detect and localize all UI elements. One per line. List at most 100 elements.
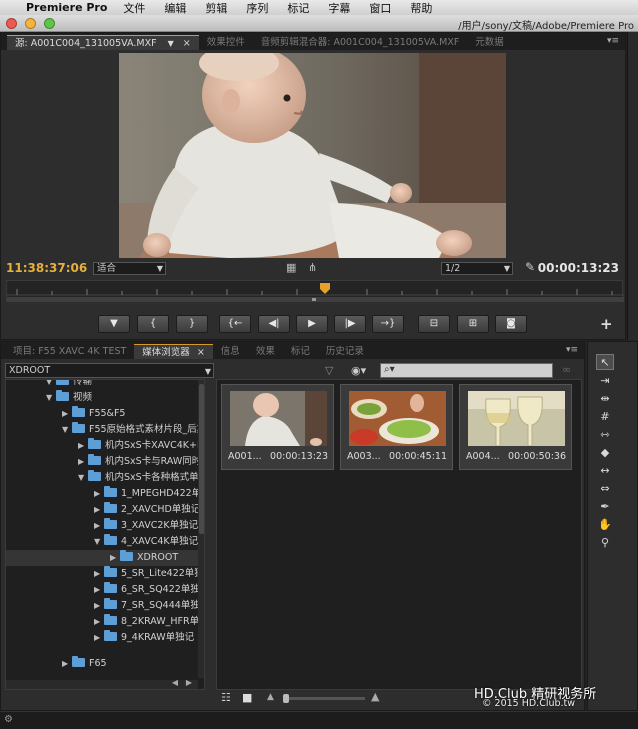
collapsed-triangle-icon[interactable]: ▶ xyxy=(94,582,104,598)
tab-effects[interactable]: 效果 xyxy=(248,344,283,359)
filter-icon[interactable]: ▽ xyxy=(325,364,333,377)
rolling-edit-tool-icon[interactable]: # xyxy=(596,409,614,425)
tree-row-selected[interactable]: ▶ XDROOT xyxy=(6,550,204,566)
tab-project[interactable]: 项目: F55 XAVC 4K TEST xyxy=(5,344,134,359)
zoom-tool-icon[interactable]: ⚲ xyxy=(596,535,614,551)
expanded-triangle-icon[interactable]: ▼ xyxy=(46,390,56,406)
clip-thumbnail-grid[interactable]: A001... 00:00:13:23 A003... 00:00:45:11 xyxy=(216,379,582,690)
collapsed-triangle-icon[interactable]: ▶ xyxy=(94,486,104,502)
film-strip-icon[interactable]: ▦ xyxy=(286,261,296,274)
chevron-down-icon[interactable]: ▼ xyxy=(168,39,174,48)
tab-effect-controls[interactable]: 效果控件 xyxy=(199,35,253,50)
slider-handle[interactable] xyxy=(283,694,289,703)
menu-edit[interactable]: 编辑 xyxy=(164,0,186,16)
vertical-scrollbar[interactable] xyxy=(198,380,204,678)
go-to-out-button[interactable]: →} xyxy=(372,315,404,333)
tree-row[interactable]: ▶ 2_XAVCHD单独记 xyxy=(6,502,204,518)
collapsed-triangle-icon[interactable]: ▶ xyxy=(78,454,88,470)
selection-tool-icon[interactable]: ↖ xyxy=(596,354,614,370)
collapsed-triangle-icon[interactable]: ▶ xyxy=(94,518,104,534)
tab-info[interactable]: 信息 xyxy=(213,344,248,359)
tree-row[interactable]: ▶ F55&F5 xyxy=(6,406,204,422)
collapsed-triangle-icon[interactable]: ▶ xyxy=(62,656,72,672)
pen-tool-icon[interactable]: ✒ xyxy=(596,499,614,515)
zoom-window-button[interactable] xyxy=(44,17,55,29)
tree-row[interactable]: ▶ 3_XAVC2K单独记 xyxy=(6,518,204,534)
playback-resolution-dropdown[interactable]: 1/2 ▼ xyxy=(441,262,513,275)
settings-icon[interactable]: ⚙ xyxy=(4,714,13,725)
collapsed-triangle-icon[interactable]: ▶ xyxy=(94,566,104,582)
collapsed-triangle-icon[interactable]: ▶ xyxy=(94,630,104,646)
clip-thumbnail[interactable]: A004... 00:00:50:36 xyxy=(459,384,572,470)
tree-row[interactable]: ▶ 5_SR_Lite422单独 xyxy=(6,566,204,582)
collapsed-triangle-icon[interactable]: ▶ xyxy=(62,406,72,422)
expanded-triangle-icon[interactable]: ▼ xyxy=(46,380,56,390)
location-dropdown[interactable]: XDROOT ▼ xyxy=(5,363,214,378)
tab-history[interactable]: 历史记录 xyxy=(318,344,372,359)
tree-row[interactable]: ▼ 传输 xyxy=(6,380,204,390)
mark-out-button[interactable]: } xyxy=(176,315,208,333)
mark-in-button[interactable]: { xyxy=(137,315,169,333)
menu-window[interactable]: 窗口 xyxy=(369,0,391,16)
hand-tool-icon[interactable]: ✋ xyxy=(596,517,614,533)
search-input[interactable]: ⌕▾ xyxy=(380,363,553,378)
tree-row[interactable]: ▼ 4_XAVC4K单独记 xyxy=(6,534,204,550)
step-forward-button[interactable]: |▶ xyxy=(334,315,366,333)
overwrite-button[interactable]: ⊞ xyxy=(457,315,489,333)
insert-button[interactable]: ⊟ xyxy=(418,315,450,333)
scroll-left-icon[interactable]: ◀ xyxy=(172,678,178,687)
time-ruler[interactable] xyxy=(6,280,624,302)
panel-menu-icon[interactable]: ▾≡ xyxy=(607,36,619,46)
source-playhead-timecode[interactable]: 11:38:37:06 xyxy=(6,261,87,275)
ripple-edit-tool-icon[interactable]: ⇹ xyxy=(596,391,614,407)
menu-help[interactable]: 帮助 xyxy=(410,0,432,16)
export-frame-button[interactable]: ◙ xyxy=(495,315,527,333)
step-back-button[interactable]: ◀| xyxy=(258,315,290,333)
menu-marker[interactable]: 标记 xyxy=(287,0,309,16)
clip-thumbnail[interactable]: A001... 00:00:13:23 xyxy=(221,384,334,470)
menu-sequence[interactable]: 序列 xyxy=(246,0,268,16)
app-menu[interactable]: Premiere Pro xyxy=(26,1,107,14)
icon-view-icon[interactable]: ■ xyxy=(242,691,252,704)
track-select-tool-icon[interactable]: ⇥ xyxy=(596,373,614,389)
tree-row[interactable]: ▼ F55原始格式素材片段_后期 xyxy=(6,422,204,438)
audio-waveform-icon[interactable]: ⋔ xyxy=(308,261,317,274)
collapsed-triangle-icon[interactable]: ▶ xyxy=(94,614,104,630)
tree-row[interactable]: ▶ 9_4KRAW单独记 xyxy=(6,630,204,646)
menu-file[interactable]: 文件 xyxy=(123,0,145,16)
collapsed-triangle-icon[interactable]: ▶ xyxy=(94,598,104,614)
zoom-level-dropdown[interactable]: 适合 ▼ xyxy=(93,262,166,275)
minimize-window-button[interactable] xyxy=(25,17,36,29)
tree-row[interactable]: ▶ 7_SR_SQ444单独 xyxy=(6,598,204,614)
menu-title[interactable]: 字幕 xyxy=(328,0,350,16)
view-as-icon[interactable]: ◉▾ xyxy=(351,364,366,377)
close-icon[interactable]: × xyxy=(183,38,191,49)
button-editor-button[interactable]: + xyxy=(600,315,613,333)
tree-row[interactable]: ▶ 机内SxS卡XAVC4K+MPEG xyxy=(6,438,204,454)
panel-menu-icon[interactable]: ▾≡ xyxy=(566,345,578,355)
zoom-in-icon[interactable]: ▲ xyxy=(371,690,379,703)
tab-audio-clip-mixer[interactable]: 音频剪辑混合器: A001C004_131005VA.MXF xyxy=(253,35,468,50)
expanded-triangle-icon[interactable]: ▼ xyxy=(94,534,104,550)
horizontal-scrollbar[interactable]: ◀ ▶ xyxy=(6,678,198,689)
close-icon[interactable]: × xyxy=(197,347,205,358)
tree-row[interactable]: ▼ 视频 xyxy=(6,390,204,406)
go-to-in-button[interactable]: {← xyxy=(219,315,251,333)
collapsed-triangle-icon[interactable]: ▶ xyxy=(78,438,88,454)
tab-markers[interactable]: 标记 xyxy=(283,344,318,359)
tab-source[interactable]: 源: A001C004_131005VA.MXF ▼ × xyxy=(7,35,199,50)
scrollbar-thumb[interactable] xyxy=(199,384,204,534)
expanded-triangle-icon[interactable]: ▼ xyxy=(62,422,72,438)
tab-metadata[interactable]: 元数据 xyxy=(467,35,512,50)
tree-row[interactable]: ▶ 8_2KRAW_HFR单 xyxy=(6,614,204,630)
list-view-icon[interactable]: ☷ xyxy=(221,691,231,704)
tab-media-browser[interactable]: 媒体浏览器 × xyxy=(134,344,213,359)
tree-row[interactable]: ▶ 6_SR_SQ422单独 xyxy=(6,582,204,598)
tree-row[interactable]: ▶ 机内SxS卡与RAW同时 xyxy=(6,454,204,470)
rate-stretch-tool-icon[interactable]: ⇿ xyxy=(596,427,614,443)
folder-tree[interactable]: ▼ 传输 ▼ 视频 ▶ F55&F5 ▼ F55原始格式素材片段_后期 ▶ 机内SxS卡X… xyxy=(5,379,205,690)
menu-clip[interactable]: 剪辑 xyxy=(205,0,227,16)
add-marker-button[interactable]: ▼ xyxy=(98,315,130,333)
link-icon[interactable]: ∞ xyxy=(562,363,571,376)
collapsed-triangle-icon[interactable]: ▶ xyxy=(110,550,120,566)
